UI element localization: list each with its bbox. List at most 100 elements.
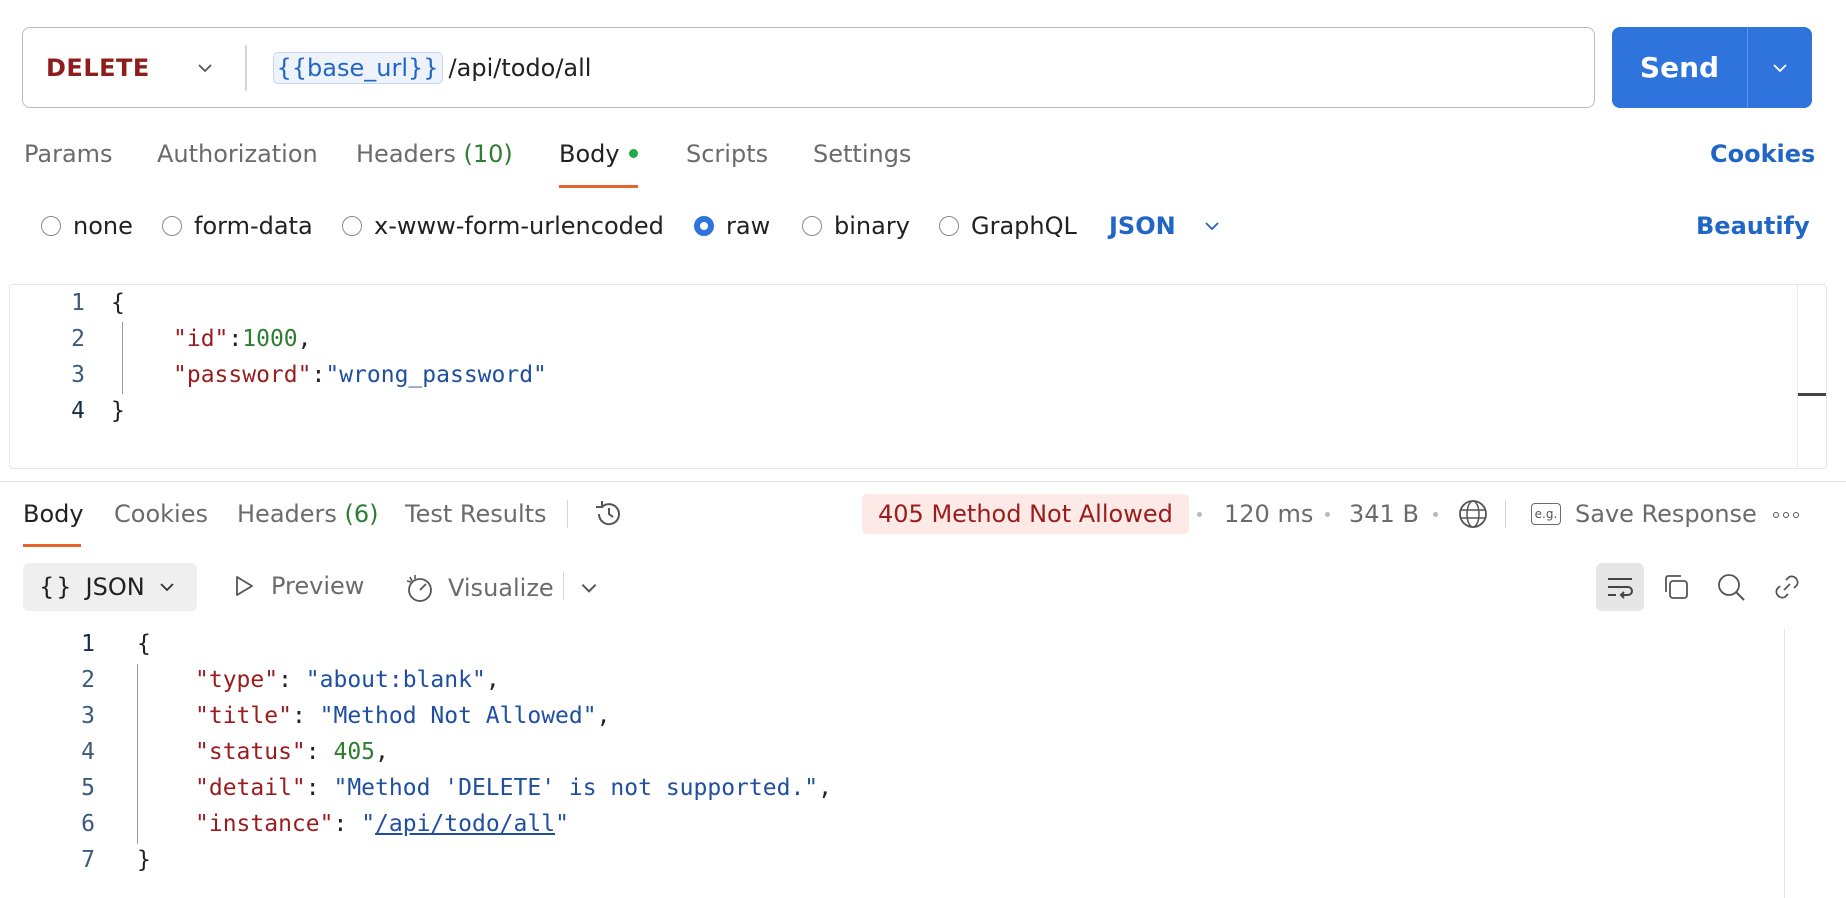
radio-raw[interactable]: raw [694,212,770,240]
line-number: 4 [81,739,95,765]
response-size[interactable]: 341 B [1349,500,1419,528]
line-number: 3 [71,362,85,388]
code-token: } [111,398,125,424]
request-body-editor[interactable]: 1 { 2 "id":1000, 3 "password": "wrong_pas… [9,284,1827,469]
radio-circle [41,216,61,236]
visualize-button[interactable]: Visualize [404,572,554,604]
status-badge[interactable]: 405 Method Not Allowed [862,494,1189,534]
braces-icon: {} [39,573,74,601]
send-options-button[interactable] [1748,27,1812,108]
response-tab-body[interactable]: Body [23,500,84,528]
scroll-marker [1798,393,1826,396]
response-tab-test-results[interactable]: Test Results [405,500,547,528]
code-token: , [485,667,500,693]
globe-icon[interactable] [1456,497,1490,531]
json-string: "Method 'DELETE' is not supported." [333,775,819,801]
visualize-icon [406,575,432,602]
json-link[interactable]: /api/todo/all [375,811,555,837]
url-input[interactable]: {{base_url}} /api/todo/all [247,28,1595,107]
response-time[interactable]: 120 ms [1224,500,1313,528]
code-line: 4 "status": 405, [0,734,389,770]
code-line: 7 } [0,842,151,878]
preview-label: Preview [271,572,365,600]
radio-circle [802,216,822,236]
copy-icon[interactable] [1660,571,1692,603]
radio-urlencoded[interactable]: x-www-form-urlencoded [342,212,664,240]
link-icon[interactable] [1771,571,1803,603]
code-token: , [818,775,832,801]
send-button[interactable]: Send [1612,27,1747,108]
tab-body-label: Body [559,140,620,168]
radio-form-data[interactable]: form-data [162,212,313,240]
request-url-bar: DELETE {{base_url}} /api/todo/all [22,27,1595,108]
radio-graphql[interactable]: GraphQL [939,212,1077,240]
url-path: /api/todo/all [448,53,592,82]
preview-button[interactable]: Preview [233,572,364,600]
response-tab-cookies[interactable]: Cookies [114,500,208,528]
response-body-viewer[interactable]: 1 { 2 "type": "about:blank", 3 "title": … [0,626,1846,898]
code-line: 6 "instance": "/api/todo/all " [0,806,569,842]
chevron-down-icon[interactable] [578,577,600,599]
code-token: , [297,326,312,352]
code-line: 2 "id":1000, [10,321,312,357]
method-label: DELETE [46,53,150,82]
radio-circle [162,216,182,236]
code-line: 1 { [10,285,125,321]
tab-authorization[interactable]: Authorization [157,140,318,168]
code-line: 3 "password": "wrong_password" [10,357,547,393]
tab-params[interactable]: Params [24,140,113,168]
code-token: : [278,667,306,693]
save-response-button[interactable]: e.g. Save Response [1531,500,1757,528]
send-label: Send [1639,51,1720,84]
radio-circle-selected [694,216,714,236]
language-label: JSON [1109,212,1176,240]
wrap-lines-button[interactable] [1596,563,1644,611]
response-tab-headers[interactable]: Headers (6) [237,500,379,528]
headers-count: (10) [463,140,513,168]
response-scrollbar[interactable] [1784,629,1785,898]
code-line: 1 { [0,626,151,662]
code-token: : [311,362,326,388]
beautify-button[interactable]: Beautify [1696,212,1810,240]
json-string: "Method Not Allowed" [319,703,597,729]
json-string-quote: " [361,811,376,837]
json-key: "password" [173,362,312,388]
play-icon [236,576,253,596]
code-token: } [137,847,151,873]
more-options-icon[interactable] [1773,512,1799,518]
pane-divider[interactable] [0,481,1846,482]
active-tab-indicator [23,544,81,547]
toolbar-separator [563,572,564,600]
line-number: 6 [81,811,95,837]
tab-scripts[interactable]: Scripts [686,140,768,168]
json-number: 405 [333,739,376,765]
code-line: 2 "type": "about:blank", [0,662,500,698]
tab-body[interactable]: Body [559,140,638,168]
url-variable-chip[interactable]: {{base_url}} [272,51,443,84]
chevron-down-icon [160,583,174,592]
search-icon[interactable] [1715,571,1747,603]
line-number: 1 [81,631,95,657]
response-headers-count: (6) [344,500,379,528]
radio-none[interactable]: none [41,212,133,240]
editor-scrollbar[interactable] [1797,285,1826,468]
tab-settings[interactable]: Settings [813,140,911,168]
method-select[interactable]: DELETE [23,28,245,107]
radio-binary[interactable]: binary [802,212,910,240]
code-token: { [111,290,125,316]
cookies-link[interactable]: Cookies [1710,140,1815,168]
language-select[interactable]: JSON [1109,212,1222,240]
line-number: 2 [71,326,85,352]
response-format-select[interactable]: {} JSON [23,563,197,611]
json-key: "title" [195,703,292,729]
chevron-down-icon [1773,63,1787,72]
radio-urlencoded-label: x-www-form-urlencoded [374,212,664,240]
history-icon[interactable] [592,497,626,531]
chevron-down-icon [1205,222,1219,231]
code-token: , [375,739,389,765]
line-number: 7 [81,847,95,873]
code-token: { [137,631,151,657]
json-key: "instance" [195,811,334,837]
tab-headers[interactable]: Headers (10) [356,140,513,168]
json-string: "about:blank" [305,667,486,693]
